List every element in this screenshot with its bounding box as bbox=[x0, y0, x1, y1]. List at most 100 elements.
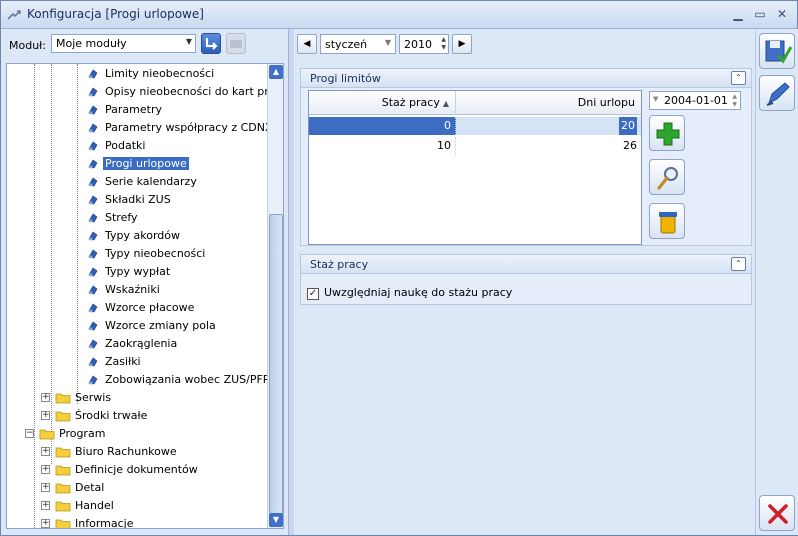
column-header-staz[interactable]: Staż pracy ▲ bbox=[309, 91, 456, 115]
tree-item-label: Definicje dokumentów bbox=[75, 463, 198, 476]
tree-folder-item[interactable]: Program bbox=[39, 425, 107, 443]
tree-item-label: Strefy bbox=[105, 211, 138, 224]
add-button[interactable] bbox=[649, 115, 685, 151]
expand-icon[interactable]: + bbox=[41, 465, 50, 474]
progi-group-title: Progi limitów bbox=[310, 72, 381, 85]
tree-item[interactable]: Zobowiązania wobec ZUS/PFRON bbox=[87, 371, 283, 389]
grid-header: Staż pracy ▲ Dni urlopu bbox=[309, 91, 641, 115]
tree-item-label: Wzorce zmiany pola bbox=[105, 319, 216, 332]
save-disk-icon bbox=[765, 40, 793, 64]
edit-pen-button[interactable] bbox=[759, 75, 795, 111]
tree-line bbox=[51, 64, 52, 464]
tree-folder-item[interactable]: Informacje bbox=[55, 515, 135, 528]
column-header-dni[interactable]: Dni urlopu bbox=[456, 91, 641, 115]
month-select[interactable]: styczeń ▼ bbox=[320, 34, 396, 54]
expand-icon[interactable]: + bbox=[41, 501, 50, 510]
document-icon bbox=[87, 374, 99, 386]
delete-button[interactable] bbox=[649, 203, 685, 239]
spin-arrows-icon: ▲ ▼ bbox=[441, 36, 446, 51]
document-icon bbox=[87, 284, 99, 296]
module-select[interactable]: Moje moduły ▼ bbox=[51, 34, 196, 53]
tree-item[interactable]: Opisy nieobecności do kart pracy bbox=[87, 83, 284, 101]
expand-icon[interactable]: + bbox=[41, 447, 50, 456]
progi-grid[interactable]: Staż pracy ▲ Dni urlopu 0 20 10 26 bbox=[308, 90, 642, 245]
chevron-down-icon: ▼ bbox=[185, 37, 192, 46]
tree-folder-item[interactable]: Handel bbox=[55, 497, 116, 515]
tree-item[interactable]: Składki ZUS bbox=[87, 191, 173, 209]
tree-item-label: Zasiłki bbox=[105, 355, 141, 368]
progi-group-header: Progi limitów ⌃ bbox=[301, 69, 751, 88]
tree-folder-item[interactable]: Definicje dokumentów bbox=[55, 461, 200, 479]
configuration-tree[interactable]: + + − + + + + + Limity nieobecności Opisy nieobe… bbox=[6, 63, 284, 529]
close-window-button[interactable]: ✕ bbox=[773, 6, 791, 22]
folder-icon bbox=[39, 428, 55, 440]
collapse-progi-button[interactable]: ⌃ bbox=[731, 71, 746, 85]
tree-item[interactable]: Wzorce zmiany pola bbox=[87, 317, 218, 335]
table-row[interactable]: 10 26 bbox=[309, 137, 641, 155]
tree-item[interactable]: Limity nieobecności bbox=[87, 65, 216, 83]
expand-icon[interactable]: + bbox=[41, 483, 50, 492]
tree-item[interactable]: Strefy bbox=[87, 209, 140, 227]
tree-item[interactable]: Wskaźniki bbox=[87, 281, 162, 299]
expand-icon[interactable]: + bbox=[41, 393, 50, 402]
date-field[interactable]: ▼ 2004-01-01 ▲ ▼ bbox=[649, 91, 741, 110]
tree-item-label: Serie kalendarzy bbox=[105, 175, 197, 188]
tree-item[interactable]: Podatki bbox=[87, 137, 147, 155]
maximize-button[interactable]: ▭ bbox=[751, 6, 769, 22]
refresh-button[interactable] bbox=[201, 33, 221, 54]
scroll-up-button[interactable]: ▲ bbox=[269, 65, 283, 79]
tree-item[interactable]: Typy akordów bbox=[87, 227, 182, 245]
tree-item[interactable]: Typy wypłat bbox=[87, 263, 172, 281]
collapse-staz-button[interactable]: ⌃ bbox=[731, 257, 746, 271]
scroll-thumb[interactable] bbox=[269, 214, 283, 514]
edit-button[interactable] bbox=[649, 159, 685, 195]
tree-item-label: Zaokrąglenia bbox=[105, 337, 178, 350]
tree-item-label: Typy wypłat bbox=[105, 265, 171, 278]
document-icon bbox=[87, 338, 99, 350]
document-icon bbox=[87, 230, 99, 242]
tree-item[interactable]: Zasiłki bbox=[87, 353, 143, 371]
tree-item[interactable]: Serie kalendarzy bbox=[87, 173, 199, 191]
year-spinner[interactable]: 2010 ▲ ▼ bbox=[399, 34, 449, 54]
sort-asc-icon: ▲ bbox=[442, 99, 449, 108]
tree-item[interactable]: Progi urlopowe bbox=[87, 155, 189, 173]
pen-icon bbox=[766, 82, 790, 106]
tree-item[interactable]: Wzorce płacowe bbox=[87, 299, 196, 317]
scroll-down-button[interactable]: ▼ bbox=[269, 513, 283, 527]
tree-scrollbar[interactable]: ▲ ▼ bbox=[267, 64, 283, 528]
document-icon bbox=[87, 302, 99, 314]
tree-item-label: Limity nieobecności bbox=[105, 67, 215, 80]
tree-item[interactable]: Typy nieobecności bbox=[87, 245, 207, 263]
next-month-button[interactable]: ▶ bbox=[452, 34, 472, 54]
tree-item[interactable]: Zaokrąglenia bbox=[87, 335, 179, 353]
tree-folder-item[interactable]: Detal bbox=[55, 479, 106, 497]
date-value: 2004-01-01 bbox=[664, 94, 728, 107]
table-row[interactable]: 0 20 bbox=[309, 117, 641, 135]
tree-item-label: Typy nieobecności bbox=[105, 247, 206, 260]
tree-folder-item[interactable]: Środki trwałe bbox=[55, 407, 149, 425]
include-education-checkbox[interactable]: ✓ bbox=[307, 288, 319, 300]
tree-item[interactable]: Parametry bbox=[87, 101, 164, 119]
tree-item[interactable]: Parametry współpracy z CDNXL bbox=[87, 119, 281, 137]
folder-icon bbox=[55, 518, 71, 528]
tree-item-label: Wskaźniki bbox=[105, 283, 160, 296]
tree-item-label: Biuro Rachunkowe bbox=[75, 445, 177, 458]
return-arrow-icon bbox=[205, 38, 218, 50]
chevron-down-icon: ▼ bbox=[653, 95, 659, 103]
disabled-folder-button[interactable] bbox=[226, 33, 246, 54]
prev-month-button[interactable]: ◀ bbox=[297, 34, 317, 54]
tree-item-label: Opisy nieobecności do kart pracy bbox=[105, 85, 284, 98]
folder-icon bbox=[55, 392, 71, 404]
trash-icon bbox=[659, 212, 677, 234]
save-button[interactable] bbox=[759, 33, 795, 69]
collapse-icon[interactable]: − bbox=[25, 429, 34, 438]
minimize-button[interactable]: ▁ bbox=[729, 6, 747, 22]
tree-folder-item[interactable]: Serwis bbox=[55, 389, 113, 407]
expand-icon[interactable]: + bbox=[41, 411, 50, 420]
cancel-button[interactable] bbox=[759, 495, 795, 531]
expand-icon[interactable]: + bbox=[41, 519, 50, 528]
document-icon bbox=[87, 194, 99, 206]
document-icon bbox=[87, 158, 99, 170]
tree-folder-item[interactable]: Biuro Rachunkowe bbox=[55, 443, 179, 461]
tree-line bbox=[34, 64, 35, 528]
